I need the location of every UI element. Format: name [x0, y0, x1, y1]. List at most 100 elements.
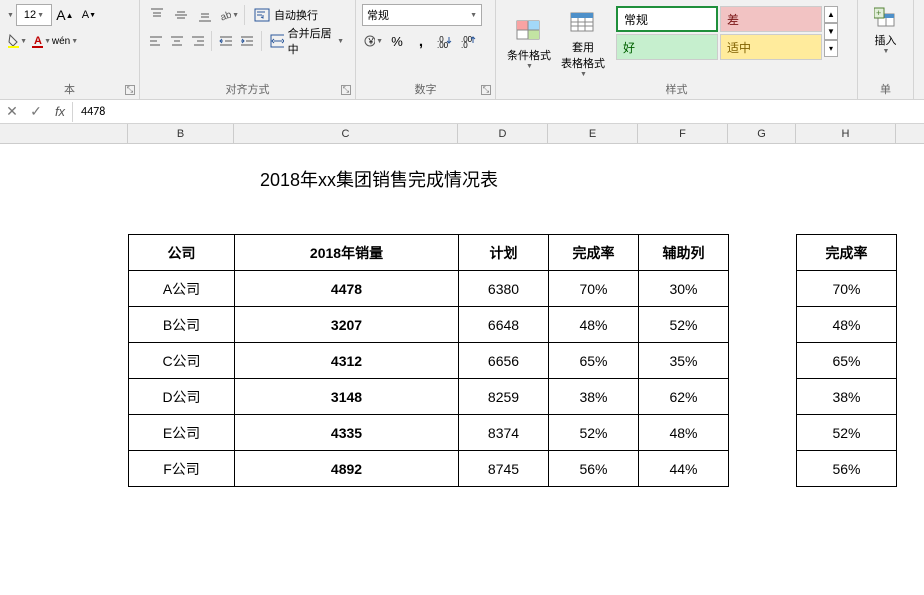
font-group-label: 本: [0, 81, 139, 97]
align-center-icon[interactable]: [167, 30, 186, 52]
cell-rate[interactable]: 56%: [549, 451, 639, 487]
cell-styles-gallery: 常规 差 好 适中: [616, 6, 822, 81]
styles-group: 条件格式▼ 套用 表格格式▼ 常规 差 好 适中 ▲ ▼ ▾ 样式: [496, 0, 858, 99]
align-right-icon[interactable]: [188, 30, 207, 52]
gallery-down-icon[interactable]: ▼: [824, 23, 838, 40]
col-header-h[interactable]: H: [796, 124, 896, 143]
gallery-up-icon[interactable]: ▲: [824, 6, 838, 23]
svg-text:A: A: [34, 35, 42, 47]
number-format-combo[interactable]: 常规▼: [362, 4, 482, 26]
cell-plan[interactable]: 8374: [459, 415, 549, 451]
side-header[interactable]: 完成率: [797, 235, 897, 271]
font-color-icon[interactable]: A▼: [30, 30, 52, 52]
cell-style-bad[interactable]: 差: [720, 6, 822, 32]
font-size-input[interactable]: 12▼: [16, 4, 52, 26]
side-cell[interactable]: 70%: [797, 271, 897, 307]
decrease-indent-icon[interactable]: [216, 30, 235, 52]
cell-plan[interactable]: 6656: [459, 343, 549, 379]
cell-rate[interactable]: 52%: [549, 415, 639, 451]
align-left-icon[interactable]: [146, 30, 165, 52]
phonetic-icon[interactable]: wén▼: [54, 30, 76, 52]
header-rate[interactable]: 完成率: [549, 235, 639, 271]
svg-text:+: +: [876, 8, 881, 18]
side-cell[interactable]: 38%: [797, 379, 897, 415]
format-table-button[interactable]: 套用 表格格式▼: [556, 4, 610, 81]
sheet-area[interactable]: 2018年xx集团销售完成情况表 公司 2018年销量 计划 完成率 辅助列 A…: [0, 144, 924, 595]
main-table: 公司 2018年销量 计划 完成率 辅助列 A公司4478638070%30% …: [128, 234, 729, 487]
enter-icon[interactable]: ✓: [24, 100, 48, 124]
insert-button[interactable]: + 插入▼: [864, 4, 908, 55]
cell-aux[interactable]: 30%: [639, 271, 729, 307]
cell-rate[interactable]: 38%: [549, 379, 639, 415]
styles-group-label: 样式: [496, 81, 857, 97]
cell-sales[interactable]: 4312: [235, 343, 459, 379]
cell-plan[interactable]: 8259: [459, 379, 549, 415]
increase-decimal-icon[interactable]: .0.00: [434, 30, 456, 52]
side-cell[interactable]: 48%: [797, 307, 897, 343]
header-sales[interactable]: 2018年销量: [235, 235, 459, 271]
cell-aux[interactable]: 62%: [639, 379, 729, 415]
cell-sales[interactable]: 4478: [235, 271, 459, 307]
cell-rate[interactable]: 65%: [549, 343, 639, 379]
table-header-row: 公司 2018年销量 计划 完成率 辅助列: [129, 235, 729, 271]
col-header-e[interactable]: E: [548, 124, 638, 143]
cell-rate[interactable]: 48%: [549, 307, 639, 343]
cell-aux[interactable]: 52%: [639, 307, 729, 343]
header-plan[interactable]: 计划: [459, 235, 549, 271]
cell-sales[interactable]: 4335: [235, 415, 459, 451]
cell-sales[interactable]: 4892: [235, 451, 459, 487]
cell-plan[interactable]: 6380: [459, 271, 549, 307]
accounting-format-icon[interactable]: ￥▼: [362, 30, 384, 52]
col-header-f[interactable]: F: [638, 124, 728, 143]
cell-company[interactable]: F公司: [129, 451, 235, 487]
align-middle-icon[interactable]: [170, 4, 192, 26]
align-top-icon[interactable]: [146, 4, 168, 26]
cell-aux[interactable]: 44%: [639, 451, 729, 487]
col-header-d[interactable]: D: [458, 124, 548, 143]
formula-input[interactable]: 4478: [73, 105, 924, 119]
cell-company[interactable]: D公司: [129, 379, 235, 415]
fill-color-icon[interactable]: ▼: [6, 30, 28, 52]
cell-style-neutral[interactable]: 适中: [720, 34, 822, 60]
col-header-a[interactable]: [0, 124, 128, 143]
cell-aux[interactable]: 48%: [639, 415, 729, 451]
orientation-icon[interactable]: ab▼: [218, 4, 240, 26]
side-cell[interactable]: 65%: [797, 343, 897, 379]
cell-company[interactable]: C公司: [129, 343, 235, 379]
cell-rate[interactable]: 70%: [549, 271, 639, 307]
cell-aux[interactable]: 35%: [639, 343, 729, 379]
conditional-format-button[interactable]: 条件格式▼: [502, 4, 556, 81]
alignment-dialog-launcher-icon[interactable]: ⤡: [341, 85, 351, 95]
col-header-b[interactable]: B: [128, 124, 234, 143]
cell-sales[interactable]: 3207: [235, 307, 459, 343]
cell-company[interactable]: E公司: [129, 415, 235, 451]
cell-company[interactable]: B公司: [129, 307, 235, 343]
number-dialog-launcher-icon[interactable]: ⤡: [481, 85, 491, 95]
wrap-text-button[interactable]: 自动换行: [249, 4, 323, 26]
decrease-font-icon[interactable]: A▼: [78, 4, 100, 26]
cell-style-good[interactable]: 好: [616, 34, 718, 60]
cell-plan[interactable]: 6648: [459, 307, 549, 343]
percent-icon[interactable]: %: [386, 30, 408, 52]
increase-font-icon[interactable]: A▲: [54, 4, 76, 26]
comma-icon[interactable]: ,: [410, 30, 432, 52]
font-dropdown-icon[interactable]: ▼: [7, 12, 14, 19]
merge-center-button[interactable]: 合并后居中▼: [265, 30, 349, 52]
fx-icon[interactable]: fx: [48, 100, 72, 124]
align-bottom-icon[interactable]: [194, 4, 216, 26]
cell-sales[interactable]: 3148: [235, 379, 459, 415]
increase-indent-icon[interactable]: [237, 30, 256, 52]
side-cell[interactable]: 52%: [797, 415, 897, 451]
cancel-icon[interactable]: ✕: [0, 100, 24, 124]
gallery-more-icon[interactable]: ▾: [824, 40, 838, 57]
cell-plan[interactable]: 8745: [459, 451, 549, 487]
col-header-c[interactable]: C: [234, 124, 458, 143]
header-company[interactable]: 公司: [129, 235, 235, 271]
cell-style-normal[interactable]: 常规: [616, 6, 718, 32]
cell-company[interactable]: A公司: [129, 271, 235, 307]
decrease-decimal-icon[interactable]: .00.0: [458, 30, 480, 52]
font-dialog-launcher-icon[interactable]: ⤡: [125, 85, 135, 95]
col-header-g[interactable]: G: [728, 124, 796, 143]
side-cell[interactable]: 56%: [797, 451, 897, 487]
header-aux[interactable]: 辅助列: [639, 235, 729, 271]
